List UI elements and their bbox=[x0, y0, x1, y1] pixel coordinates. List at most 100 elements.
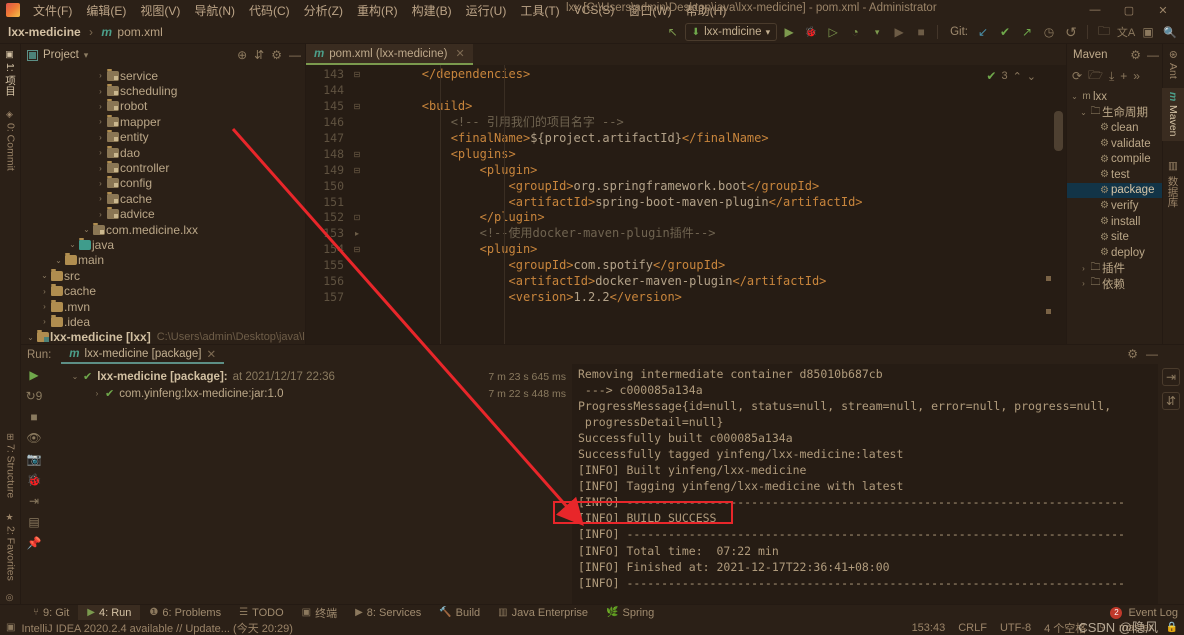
tree-expand-arrow[interactable]: › bbox=[95, 87, 106, 96]
run-alt-button[interactable]: ▶ bbox=[889, 22, 909, 42]
window-icon[interactable]: ▣ bbox=[1138, 22, 1158, 42]
tree-expand-arrow[interactable]: › bbox=[39, 287, 50, 296]
project-panel-title-group[interactable]: Project ▾ bbox=[27, 49, 88, 61]
stop-icon[interactable]: ■ bbox=[30, 410, 37, 424]
tree-expand-arrow[interactable]: › bbox=[39, 317, 50, 326]
layout-icon[interactable]: ▤ bbox=[28, 515, 39, 529]
close-icon[interactable]: ✕ bbox=[207, 347, 217, 361]
project-tree-row[interactable]: › entity bbox=[21, 130, 305, 145]
tool-window-button-build[interactable]: 🔨 Build bbox=[430, 605, 489, 621]
tool-window-button-spring[interactable]: 🌿 Spring bbox=[597, 605, 663, 621]
collapse-all-icon[interactable]: ⇵ bbox=[254, 48, 264, 62]
fold-marker[interactable] bbox=[350, 131, 364, 147]
project-tree-row[interactable]: › dao bbox=[21, 145, 305, 160]
hide-icon[interactable]: — bbox=[1147, 48, 1159, 62]
menu-item-refactor[interactable]: 重构(R) bbox=[350, 0, 405, 21]
run-tree-row[interactable]: ⌄ ✔ lxx-medicine [package]: at 2021/12/17 2… bbox=[47, 368, 572, 385]
tree-expand-arrow[interactable]: › bbox=[95, 210, 106, 219]
tree-expand-arrow[interactable]: ⌄ bbox=[67, 372, 83, 381]
project-tree-row[interactable]: › mapper bbox=[21, 114, 305, 129]
rerun-icon[interactable]: ▶ bbox=[29, 368, 38, 382]
inspection-widget[interactable]: ✔ 3 ⌃ ⌄ bbox=[986, 69, 1036, 83]
tree-expand-arrow[interactable]: › bbox=[95, 71, 106, 80]
download-icon[interactable]: ⤓ bbox=[1109, 69, 1114, 84]
maven-tree-row[interactable]: ⚙ compile bbox=[1067, 151, 1162, 167]
project-tree-row[interactable]: ⌄ main bbox=[21, 253, 305, 268]
tree-expand-arrow[interactable]: ⌄ bbox=[53, 256, 64, 265]
project-tree-row[interactable]: › .mvn bbox=[21, 299, 305, 314]
git-update-icon[interactable]: ↙ bbox=[973, 22, 993, 42]
tree-expand-arrow[interactable]: › bbox=[95, 164, 106, 173]
sidebar-item-commit[interactable]: ◈ 0: Commit bbox=[0, 106, 21, 175]
tree-expand-arrow[interactable]: ⌄ bbox=[25, 333, 36, 342]
tool-window-button-services[interactable]: ▶ 8: Services bbox=[346, 605, 430, 621]
translate-icon[interactable]: 文A bbox=[1116, 22, 1136, 42]
debug-icon[interactable]: 🐞 bbox=[27, 473, 42, 487]
wrap-icon[interactable]: ⇥ bbox=[1162, 368, 1180, 386]
menu-item-analyze[interactable]: 分析(Z) bbox=[297, 0, 350, 21]
tree-expand-arrow[interactable]: › bbox=[1078, 264, 1089, 273]
sidebar-item-maven[interactable]: m Maven bbox=[1162, 88, 1184, 141]
debug-button[interactable]: 🐞 bbox=[801, 22, 821, 42]
tree-expand-arrow[interactable]: › bbox=[95, 102, 106, 111]
search-icon[interactable]: 🔍 bbox=[1160, 22, 1180, 42]
maven-tree-row[interactable]: ⚙ deploy bbox=[1067, 245, 1162, 261]
lock-icon[interactable]: 🔒 bbox=[1166, 622, 1178, 633]
git-push-icon[interactable]: ↗ bbox=[1017, 22, 1037, 42]
next-problem-icon[interactable]: ⌄ bbox=[1027, 70, 1036, 83]
fold-marker[interactable] bbox=[350, 83, 364, 99]
fold-marker[interactable] bbox=[350, 258, 364, 274]
project-tree-row[interactable]: › controller bbox=[21, 160, 305, 175]
more-icon[interactable]: » bbox=[1133, 69, 1140, 83]
add-folder-icon[interactable]: 🗁 bbox=[1088, 66, 1103, 87]
run-coverage-button[interactable]: ▷ bbox=[823, 22, 843, 42]
fold-marker[interactable]: ⊡ bbox=[350, 210, 364, 226]
fold-marker[interactable]: ⊟ bbox=[350, 147, 364, 163]
project-tree-row[interactable]: ⌄ lxx-medicine [lxx] C:\Users\admin\Deskto… bbox=[21, 330, 305, 345]
locate-icon[interactable]: ⊕ bbox=[237, 48, 247, 62]
back-icon[interactable]: ↖ bbox=[663, 22, 683, 42]
tree-expand-arrow[interactable]: › bbox=[89, 389, 105, 398]
maven-tree-row[interactable]: ⚙ site bbox=[1067, 229, 1162, 245]
menu-item-file[interactable]: 文件(F) bbox=[26, 0, 79, 21]
project-tree-row[interactable]: › service bbox=[21, 68, 305, 83]
prev-problem-icon[interactable]: ⌃ bbox=[1013, 70, 1022, 83]
sidebar-item-favorites[interactable]: ★ 2: Favorites bbox=[0, 509, 21, 585]
run-tab[interactable]: m lxx-medicine [package] ✕ bbox=[61, 345, 225, 364]
project-tree-row[interactable]: › cache bbox=[21, 283, 305, 298]
menu-item-build[interactable]: 构建(B) bbox=[405, 0, 459, 21]
fold-marker[interactable]: ⊟ bbox=[350, 242, 364, 258]
project-tree-row[interactable]: › config bbox=[21, 176, 305, 191]
git-commit-icon[interactable]: ✔ bbox=[995, 22, 1015, 42]
sidebar-item-project[interactable]: ▣ 1: 项目 bbox=[0, 46, 21, 100]
minimize-button[interactable]: — bbox=[1078, 0, 1112, 20]
maven-tree-row[interactable]: ⚙ validate bbox=[1067, 136, 1162, 152]
maven-tree-row[interactable]: › 🗀 依赖 bbox=[1067, 276, 1162, 292]
settings-icon[interactable]: ⚙ bbox=[1127, 347, 1138, 361]
breadcrumb-project[interactable]: lxx-medicine bbox=[8, 25, 81, 39]
tree-expand-arrow[interactable]: › bbox=[95, 117, 106, 126]
fold-marker[interactable]: ⊟ bbox=[350, 67, 364, 83]
run-configuration-selector[interactable]: ⬇ lxx-mdicine ▾ bbox=[684, 23, 778, 41]
stop-button[interactable]: ■ bbox=[911, 22, 931, 42]
export-icon[interactable]: ⇥ bbox=[29, 494, 39, 508]
fold-marker[interactable] bbox=[350, 290, 364, 306]
fold-marker[interactable]: ⊟ bbox=[350, 163, 364, 179]
sidebar-item-ant[interactable]: ⊛ Ant bbox=[1162, 46, 1184, 83]
close-button[interactable]: ✕ bbox=[1146, 0, 1180, 20]
toggle-auto-scroll-icon[interactable]: 👁 bbox=[26, 431, 41, 445]
hide-icon[interactable]: — bbox=[289, 48, 301, 62]
maven-goal-package[interactable]: ⚙ package bbox=[1067, 182, 1162, 199]
folder-icon[interactable]: 🗀 bbox=[1094, 22, 1114, 42]
tree-expand-arrow[interactable]: › bbox=[95, 179, 106, 188]
project-tree-row[interactable]: › robot bbox=[21, 99, 305, 114]
caret-position[interactable]: 153:43 bbox=[912, 622, 946, 634]
menu-item-code[interactable]: 代码(C) bbox=[242, 0, 297, 21]
maximize-button[interactable]: ▢ bbox=[1112, 0, 1146, 20]
maven-tree-row[interactable]: › 🗀 插件 bbox=[1067, 261, 1162, 277]
menu-item-run[interactable]: 运行(U) bbox=[459, 0, 514, 21]
tree-expand-arrow[interactable]: ⌄ bbox=[39, 271, 50, 280]
settings-icon[interactable]: ⚙ bbox=[271, 48, 282, 62]
fold-marker[interactable]: ▸ bbox=[350, 226, 364, 242]
tool-window-button-todo[interactable]: ☰ TODO bbox=[230, 605, 293, 621]
